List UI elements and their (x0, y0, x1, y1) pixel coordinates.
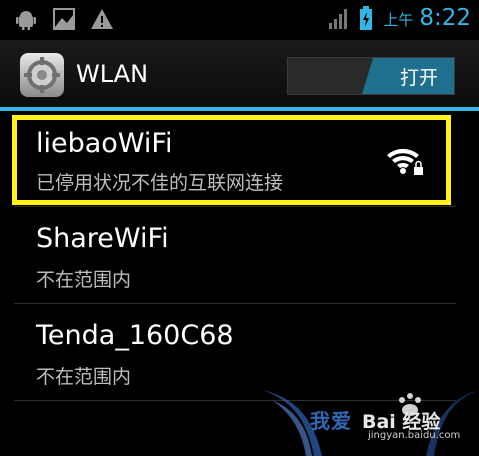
wlan-toggle-switch[interactable]: 打开 (287, 57, 455, 95)
watermark-url: jingyan.baidu.com (368, 430, 461, 441)
settings-gear-icon[interactable] (18, 51, 66, 99)
network-name: ShareWiFi (36, 223, 169, 254)
status-clock: 8:22 (419, 5, 471, 31)
watermark-text: 我爱 (310, 409, 352, 433)
android-debug-icon (16, 11, 36, 30)
network-status: 不在范围内 (36, 366, 132, 388)
status-bar: 上午 8:22 (0, 0, 479, 40)
notification-image-icon (53, 8, 75, 30)
action-bar-divider (0, 107, 479, 111)
network-status: 不在范围内 (36, 269, 132, 291)
wlan-toggle-label: 打开 (399, 67, 438, 89)
network-name: Tenda_160C68 (36, 320, 234, 351)
network-item-sharewifi[interactable]: ShareWiFi 不在范围内 (0, 207, 479, 301)
warning-icon (91, 9, 113, 29)
status-ampm: 上午 (383, 11, 414, 29)
battery-charging-icon (360, 6, 373, 30)
highlight-box (12, 115, 451, 205)
signal-icon (329, 9, 348, 29)
page-title: WLAN (76, 60, 149, 88)
